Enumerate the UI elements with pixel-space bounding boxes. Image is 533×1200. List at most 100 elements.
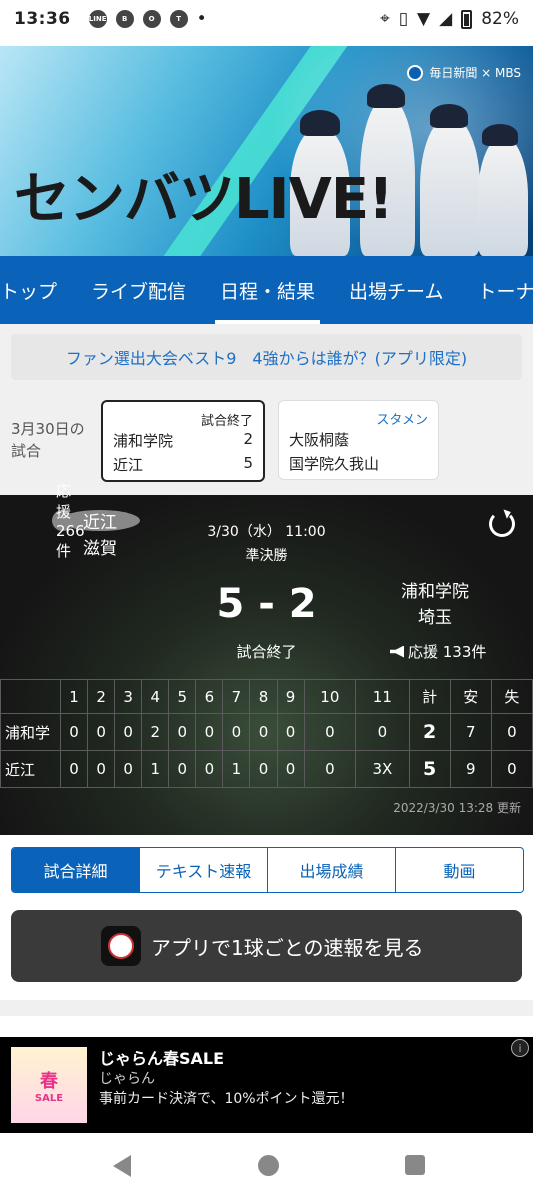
tab-video[interactable]: 動画 [395,848,523,892]
baseball-icon [108,933,134,959]
banner-title: センバツLIVE! [14,167,394,232]
total-runs: 5 [408,750,451,788]
ad-thumbnail: 春 SALE [11,1047,87,1123]
game-status: スタメン [376,413,428,428]
game-card[interactable]: スタメン 大阪桐蔭 国学院久我山 [278,400,439,480]
home-icon[interactable] [258,1155,279,1176]
scoreboard-header-cell: 9 [276,679,305,714]
team-score: 2 [243,430,253,448]
scoreboard-header-row: 1 2 3 4 5 6 7 8 9 10 11 計 安 失 [0,679,533,714]
nav-item-live[interactable]: ライブ配信 [74,256,203,324]
wifi-icon: ▼ [417,9,431,29]
inning-score: 2 [141,713,170,751]
player-cap [430,104,468,128]
home-cheer-count: 応援 266件 [56,482,85,560]
inning-score: 0 [59,713,89,751]
home-cheer-button[interactable]: 応援 266件 [52,482,85,560]
t-app-icon: T [169,10,188,28]
hits: 7 [449,713,492,751]
ad-info-icon[interactable]: i [511,1039,529,1057]
scoreboard-header-cell: 4 [141,679,170,714]
scoreboard-header-cell: 安 [449,679,492,714]
location-icon: ⌖ [380,9,390,29]
sports-app-icon [101,926,141,966]
scoreboard-row: 浦和学 0 0 0 2 0 0 0 0 0 0 0 2 7 0 [0,713,533,751]
nav-item-tournament[interactable]: トーナ [460,256,533,324]
player-figure [478,136,528,256]
team-name: 大阪桐蔭 [289,431,350,449]
inning-score: 0 [249,750,278,788]
scoreboard-header-cell: 10 [303,679,357,714]
tab-player-stats[interactable]: 出場成績 [267,848,395,892]
total-runs: 2 [408,713,451,751]
scoreboard-header-cell: 3 [114,679,143,714]
open-app-label: アプリで1球ごとの速報を見る [151,935,424,960]
errors: 0 [490,750,533,788]
inning-score: 0 [249,713,278,751]
line-icon: LINE [88,10,107,28]
tab-game-details[interactable]: 試合詳細 [12,848,139,892]
ad-banner[interactable]: 春 SALE じゃらん春SALE じゃらん 事前カード決済で、10%ポイント還元… [0,1037,533,1133]
recents-icon[interactable] [405,1155,425,1175]
nav-item-teams[interactable]: 出場チーム [332,256,460,324]
scoreboard-header-cell: 6 [195,679,224,714]
status-bar: 13:36 LINE B O T • ⌖ ▯ ▼ ◢ 82% [0,0,533,38]
game-card-selected[interactable]: 試合終了 浦和学院 2 近江 5 [101,400,265,482]
scoreboard-team: 近江 [0,750,61,788]
scoreboard-row: 近江 0 0 0 1 0 0 1 0 0 0 3X 5 9 0 [0,750,533,788]
scoreboard-header-cell [0,679,61,714]
team-name: 近江 [113,456,144,474]
ad-thumb-main: 春 [40,1070,58,1092]
game-card-row: 浦和学院 2 [113,430,253,451]
player-cap [367,84,405,108]
system-icons: ⌖ ▯ ▼ ◢ 82% [380,9,519,29]
nav-item-schedule[interactable]: 日程・結果 [203,256,332,324]
scoreboard-header-cell: 5 [168,679,197,714]
ad-title: じゃらん春SALE [99,1049,225,1068]
scoreboard-team: 浦和学 [0,713,61,751]
inning-score: 0 [276,750,305,788]
battery-percent: 82% [481,9,519,29]
scoreboard-header-cell: 11 [355,679,410,714]
scoreboard-table: 1 2 3 4 5 6 7 8 9 10 11 計 安 失 浦和学 0 0 0 … [0,679,533,788]
inning-score: 0 [355,713,410,751]
scoreboard-header-cell: 8 [249,679,278,714]
back-icon[interactable] [113,1155,131,1177]
inning-score: 0 [114,750,143,788]
team-name: 国学院久我山 [289,455,380,473]
promo-link[interactable]: ファン選出大会ベスト9 4強からは誰が？(アプリ限定) [11,334,522,380]
battery-icon [461,9,473,29]
away-team-name: 浦和学院 [401,582,469,602]
clock: 13:36 [14,9,71,29]
inning-score: 0 [303,750,357,788]
schedule-strip: 3月30日の試合 試合終了 浦和学院 2 近江 5 スタメン 大阪桐蔭 国学院久… [0,388,533,495]
away-cheer-count: 応援 133件 [408,643,487,661]
refresh-icon[interactable] [489,511,515,537]
errors: 0 [490,713,533,751]
inning-score: 0 [114,713,143,751]
game-panel: 3/30（水） 11:00 準決勝 近江 滋賀 5 - 2 浦和学院 埼玉 応援… [0,482,533,835]
inning-score: 1 [222,750,251,788]
player-cap [482,124,518,146]
player-figure [420,116,480,256]
tab-text-updates[interactable]: テキスト速報 [139,848,267,892]
open-app-button[interactable]: アプリで1球ごとの速報を見る [11,910,522,982]
team-score: 5 [243,454,253,472]
scoreboard-header-cell: 計 [408,679,451,714]
main-nav: トップ ライブ配信 日程・結果 出場チーム トーナ [0,256,533,324]
dot-icon: • [196,9,207,29]
o-app-icon: O [142,10,161,28]
hero-banner[interactable]: 毎日新聞 × MBS センバツLIVE! [0,46,533,256]
ad-thumb-sub: SALE [34,1092,64,1104]
inning-score: 0 [222,713,251,751]
scoreboard-header-cell: 失 [490,679,533,714]
ad-brand: じゃらん [99,1071,155,1087]
vibrate-icon: ▯ [398,9,409,29]
schedule-date: 3月30日の試合 [11,420,85,460]
away-cheer-button[interactable]: 応援 133件 [390,641,486,662]
ad-text: 事前カード決済で、10%ポイント還元！ [99,1091,354,1107]
nav-item-top[interactable]: トップ [0,256,74,324]
game-card-row: 大阪桐蔭 [289,429,428,450]
game-card-row: 国学院久我山 [289,453,428,474]
inning-score: 0 [168,750,197,788]
